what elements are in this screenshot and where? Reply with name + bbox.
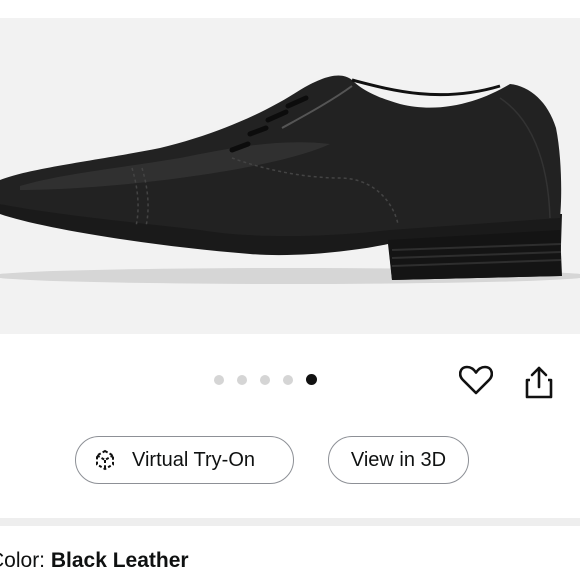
view-in-3d-button[interactable]: View in 3D [328,436,469,484]
view-in-3d-label: View in 3D [350,448,447,471]
color-selection-label: Color: Black Leather [0,548,189,574]
carousel-dot[interactable] [214,374,224,385]
carousel-dot-active[interactable] [306,374,317,385]
section-divider [0,518,580,526]
virtual-try-on-button[interactable]: Virtual Try-On [75,436,294,484]
carousel-dot[interactable] [283,374,293,385]
product-image-area[interactable] [0,18,580,334]
carousel-dot[interactable] [237,374,247,385]
share-button[interactable] [519,362,559,402]
share-icon [525,366,553,399]
color-label: Color: [0,549,46,572]
image-carousel-indicator[interactable] [214,374,317,385]
virtual-try-on-label: Virtual Try-On [132,448,255,471]
carousel-dot[interactable] [260,374,270,385]
color-value: Black Leather [50,549,189,572]
ar-cube-icon [96,449,114,471]
heart-outline-icon [459,365,493,395]
product-image [0,75,580,284]
favorite-button[interactable] [456,362,496,398]
